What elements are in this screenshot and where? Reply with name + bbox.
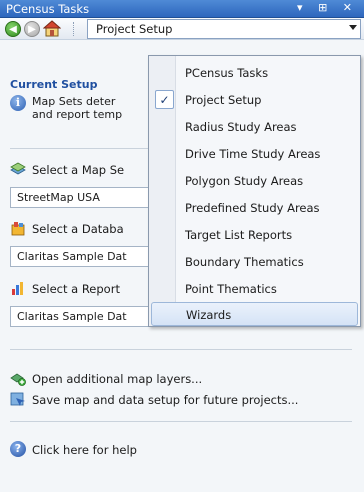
menu-item-drive-time-study-areas[interactable]: Drive Time Study Areas bbox=[151, 142, 358, 166]
checkmark-icon: ✓ bbox=[155, 90, 174, 109]
menu-item-label: Target List Reports bbox=[185, 228, 293, 242]
menu-item-wizards[interactable]: Wizards bbox=[151, 302, 358, 326]
help-text[interactable]: Click here for help bbox=[32, 443, 137, 457]
task-select[interactable]: Project Setup bbox=[87, 19, 361, 39]
save-setup-icon bbox=[10, 392, 25, 406]
task-toolbar: ◀ ▶ Project Setup bbox=[0, 18, 364, 40]
current-setup-title: Current Setup bbox=[10, 78, 98, 91]
panel-window-controls[interactable]: ▾ ⊞ ✕ bbox=[297, 1, 358, 14]
back-icon[interactable]: ◀ bbox=[5, 21, 21, 37]
menu-item-label: Polygon Study Areas bbox=[185, 174, 304, 188]
menu-item-pcensus-tasks[interactable]: PCensus Tasks bbox=[151, 61, 358, 85]
info-icon: i bbox=[10, 95, 26, 111]
menu-item-label: Drive Time Study Areas bbox=[185, 147, 321, 161]
map-set-label: Select a Map Se bbox=[32, 163, 125, 177]
database-label: Select a Databa bbox=[32, 222, 124, 236]
menu-item-polygon-study-areas[interactable]: Polygon Study Areas bbox=[151, 169, 358, 193]
report-chart-icon bbox=[12, 282, 23, 295]
map-set-icon bbox=[10, 162, 26, 175]
menu-item-project-setup[interactable]: ✓ Project Setup bbox=[151, 88, 358, 112]
menu-item-boundary-thematics[interactable]: Boundary Thematics bbox=[151, 250, 358, 274]
chevron-down-icon[interactable] bbox=[349, 25, 357, 30]
divider bbox=[10, 421, 352, 422]
panel-titlebar: PCensus Tasks ▾ ⊞ ✕ bbox=[0, 0, 364, 18]
toolbar-grip bbox=[73, 22, 75, 36]
menu-item-label: Project Setup bbox=[185, 93, 262, 107]
menu-item-predefined-study-areas[interactable]: Predefined Study Areas bbox=[151, 196, 358, 220]
forward-icon[interactable]: ▶ bbox=[24, 21, 40, 37]
save-setup-text[interactable]: Save map and data setup for future proje… bbox=[32, 393, 298, 407]
home-icon[interactable] bbox=[43, 20, 61, 37]
task-dropdown-menu: PCensus Tasks ✓ Project Setup Radius Stu… bbox=[148, 55, 361, 327]
menu-item-label: PCensus Tasks bbox=[185, 66, 269, 80]
database-icon bbox=[11, 222, 25, 236]
menu-item-label: Predefined Study Areas bbox=[185, 201, 320, 215]
menu-item-label: Radius Study Areas bbox=[185, 120, 297, 134]
add-layer-icon bbox=[10, 373, 26, 386]
task-select-value: Project Setup bbox=[96, 22, 173, 36]
menu-item-label: Point Thematics bbox=[185, 282, 277, 296]
divider bbox=[10, 349, 352, 350]
help-icon: ? bbox=[10, 441, 26, 457]
menu-item-target-list-reports[interactable]: Target List Reports bbox=[151, 223, 358, 247]
menu-item-point-thematics[interactable]: Point Thematics bbox=[151, 277, 358, 301]
menu-item-radius-study-areas[interactable]: Radius Study Areas bbox=[151, 115, 358, 139]
panel-title: PCensus Tasks bbox=[6, 2, 90, 16]
menu-item-label: Wizards bbox=[186, 308, 232, 322]
report-label: Select a Report bbox=[32, 282, 120, 296]
open-layers-text[interactable]: Open additional map layers... bbox=[32, 372, 202, 386]
menu-item-label: Boundary Thematics bbox=[185, 255, 304, 269]
